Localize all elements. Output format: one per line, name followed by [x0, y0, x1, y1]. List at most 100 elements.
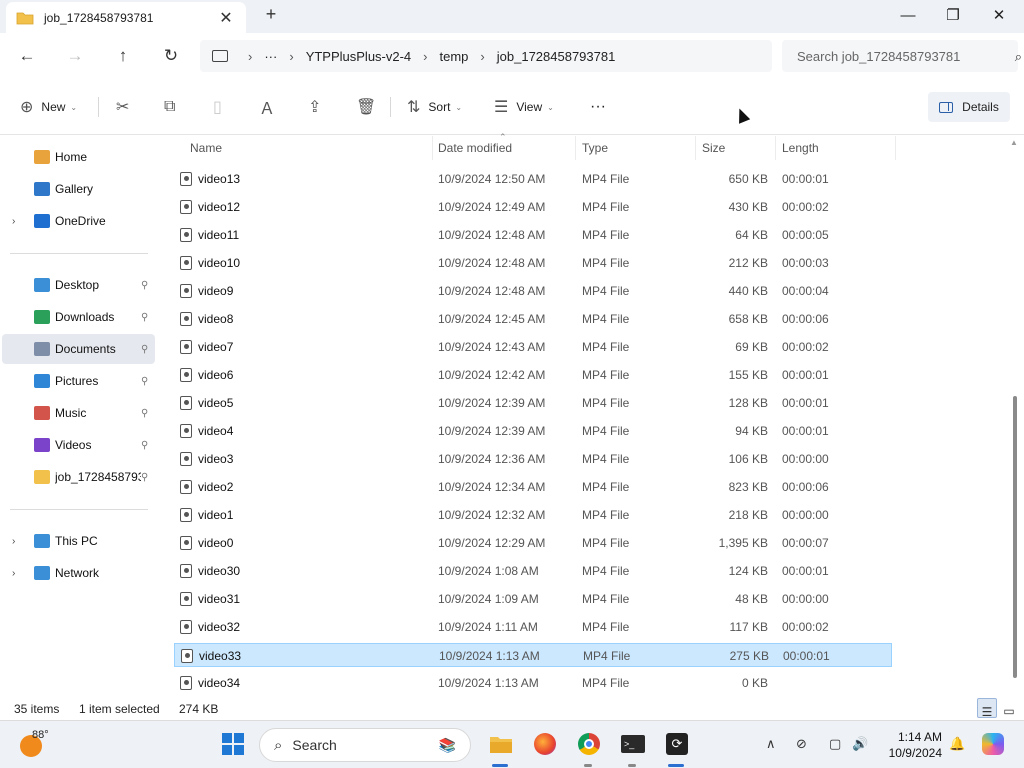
share-button[interactable]: ⇪: [308, 94, 321, 120]
chevron-right-icon[interactable]: ›: [12, 216, 15, 227]
breadcrumb-item-ytpplusplus[interactable]: YTPPlusPlus-v2-4: [306, 49, 411, 64]
scrollbar-thumb[interactable]: [1013, 396, 1017, 678]
tray-overflow-chevron-icon[interactable]: ∧: [766, 736, 776, 752]
breadcrumb-separator[interactable]: ›: [423, 49, 427, 64]
maximize-button[interactable]: ❐: [930, 0, 976, 30]
delete-button[interactable]: 🗑: [356, 94, 376, 120]
chevron-right-icon[interactable]: ›: [12, 536, 15, 547]
file-row[interactable]: video0 10/9/2024 12:29 AM MP4 File 1,395 KB…: [174, 531, 892, 555]
file-row[interactable]: video33 10/9/2024 1:13 AM MP4 File 275 KB 00…: [174, 643, 892, 667]
tab-active[interactable]: job_1728458793781 ✕: [6, 2, 246, 33]
file-size: 650 KB: [728, 172, 768, 186]
breadcrumb-separator[interactable]: ›: [480, 49, 484, 64]
file-row[interactable]: video6 10/9/2024 12:42 AM MP4 File 155 KB 00…: [174, 363, 892, 387]
file-row[interactable]: video34 10/9/2024 1:13 AM MP4 File 0 KB: [174, 671, 892, 695]
this-pc-icon[interactable]: [212, 50, 228, 62]
more-options-button[interactable]: ···: [590, 94, 606, 120]
paste-button[interactable]: ▯: [213, 94, 222, 120]
file-row[interactable]: video8 10/9/2024 12:45 AM MP4 File 658 KB 00…: [174, 307, 892, 331]
sidebar-item-desktop[interactable]: Desktop ⚲: [2, 270, 155, 300]
breadcrumb-separator[interactable]: ›: [248, 49, 252, 64]
scroll-up-arrow-icon[interactable]: ▲: [1010, 138, 1018, 147]
column-header-name[interactable]: Name: [184, 136, 433, 160]
column-header-date[interactable]: Date modified: [432, 136, 576, 160]
file-row[interactable]: video10 10/9/2024 12:48 AM MP4 File 212 KB 0…: [174, 251, 892, 275]
file-size: 64 KB: [735, 228, 768, 242]
start-button[interactable]: [220, 731, 246, 757]
file-type: MP4 File: [582, 340, 630, 354]
chevron-right-icon[interactable]: ›: [12, 568, 15, 579]
file-row[interactable]: video2 10/9/2024 12:34 AM MP4 File 823 KB 00…: [174, 475, 892, 499]
tab-close-icon[interactable]: ✕: [216, 8, 236, 28]
chrome-taskbar-button[interactable]: [576, 731, 602, 757]
network-off-icon[interactable]: ⊘: [796, 736, 807, 752]
details-view-toggle[interactable]: ☰: [977, 698, 997, 719]
search-icon[interactable]: ⌕: [1015, 49, 1022, 65]
sidebar-item-job-1728458793781[interactable]: job_1728458793781⚲: [2, 462, 155, 492]
mp4-file-icon: [180, 536, 192, 550]
file-row[interactable]: video5 10/9/2024 12:39 AM MP4 File 128 KB 00…: [174, 391, 892, 415]
breadcrumb-separator[interactable]: ›: [289, 49, 293, 64]
sidebar-item-icon: [34, 534, 50, 548]
notification-bell-icon[interactable]: 🔔: [949, 736, 965, 752]
breadcrumb[interactable]: › ··· › YTPPlusPlus-v2-4 › temp › job_17…: [200, 40, 772, 72]
details-pane-button[interactable]: Details: [928, 92, 1010, 122]
file-row[interactable]: video3 10/9/2024 12:36 AM MP4 File 106 KB 00…: [174, 447, 892, 471]
breadcrumb-item-temp[interactable]: temp: [440, 49, 469, 64]
file-row[interactable]: video11 10/9/2024 12:48 AM MP4 File 64 KB 00…: [174, 223, 892, 247]
new-button[interactable]: ⊕ New ⌄: [20, 94, 77, 120]
file-explorer-taskbar-button[interactable]: [488, 731, 514, 757]
file-row[interactable]: video30 10/9/2024 1:08 AM MP4 File 124 KB 00…: [174, 559, 892, 583]
breadcrumb-overflow[interactable]: ···: [264, 49, 277, 64]
file-row[interactable]: video4 10/9/2024 12:39 AM MP4 File 94 KB 00:…: [174, 419, 892, 443]
app-taskbar-button[interactable]: ⟳: [664, 731, 690, 757]
firefox-taskbar-button[interactable]: [532, 731, 558, 757]
taskbar-clock[interactable]: 1:14 AM 10/9/2024: [880, 729, 942, 761]
file-row[interactable]: video1 10/9/2024 12:32 AM MP4 File 218 KB 00…: [174, 503, 892, 527]
close-window-button[interactable]: ✕: [976, 0, 1022, 30]
status-bar: 35 items 1 item selected 274 KB ☰ ▭: [0, 696, 1024, 720]
sidebar-item-home[interactable]: Home: [2, 142, 155, 172]
column-header-size[interactable]: Size: [696, 136, 776, 160]
sidebar-item-documents[interactable]: Documents ⚲: [2, 334, 155, 364]
file-length: 00:00:03: [782, 256, 829, 270]
terminal-taskbar-button[interactable]: >_: [620, 731, 646, 757]
file-row[interactable]: video31 10/9/2024 1:09 AM MP4 File 48 KB 00:…: [174, 587, 892, 611]
rename-button[interactable]: Ａ: [259, 94, 275, 120]
forward-button[interactable]: →: [60, 41, 90, 71]
sidebar-item-gallery[interactable]: Gallery: [2, 174, 155, 204]
new-tab-button[interactable]: +: [260, 4, 282, 28]
file-row[interactable]: video7 10/9/2024 12:43 AM MP4 File 69 KB 00:…: [174, 335, 892, 359]
sidebar-item-network[interactable]: › Network: [2, 558, 155, 588]
file-row[interactable]: video12 10/9/2024 12:49 AM MP4 File 430 KB 0…: [174, 195, 892, 219]
tiles-view-toggle[interactable]: ▭: [999, 698, 1019, 718]
file-row[interactable]: video9 10/9/2024 12:48 AM MP4 File 440 KB 00…: [174, 279, 892, 303]
file-row[interactable]: video13 10/9/2024 12:50 AM MP4 File 650 KB 0…: [174, 167, 892, 191]
volume-icon[interactable]: 🔊: [852, 736, 868, 752]
up-button[interactable]: ↑: [108, 41, 138, 71]
search-input[interactable]: Search job_1728458793781 ⌕: [782, 40, 1022, 72]
sort-button[interactable]: ⇅ Sort ⌄: [407, 94, 462, 120]
file-row[interactable]: video32 10/9/2024 1:11 AM MP4 File 117 KB 00…: [174, 615, 892, 639]
cut-button[interactable]: ✂: [116, 94, 129, 120]
sidebar-item-videos[interactable]: Videos ⚲: [2, 430, 155, 460]
sidebar-item-this-pc[interactable]: › This PC: [2, 526, 155, 556]
copy-button[interactable]: ⧉: [164, 94, 175, 120]
file-type: MP4 File: [582, 284, 630, 298]
view-icon: ☰: [494, 99, 509, 116]
phone-link-icon[interactable]: ▢: [829, 736, 841, 752]
taskbar-search[interactable]: ⌕ Search 📚: [259, 728, 471, 762]
view-button[interactable]: ☰ View ⌄: [494, 94, 554, 120]
minimize-button[interactable]: —: [885, 0, 931, 30]
back-button[interactable]: ←: [12, 41, 42, 71]
copilot-button[interactable]: [980, 731, 1006, 757]
sidebar-item-onedrive[interactable]: › OneDrive: [2, 206, 155, 236]
column-header-length[interactable]: Length: [776, 136, 896, 160]
taskbar: 88° ⌕ Search 📚 >_ ⟳ ∧ ⊘ ▢ 🔊 1:14 AM 10/9…: [0, 720, 1024, 768]
sidebar-item-music[interactable]: Music ⚲: [2, 398, 155, 428]
sidebar-item-downloads[interactable]: Downloads ⚲: [2, 302, 155, 332]
breadcrumb-item-job[interactable]: job_1728458793781: [497, 49, 616, 64]
sidebar-item-pictures[interactable]: Pictures ⚲: [2, 366, 155, 396]
refresh-button[interactable]: ↻: [156, 41, 186, 71]
column-header-type[interactable]: Type: [576, 136, 696, 160]
